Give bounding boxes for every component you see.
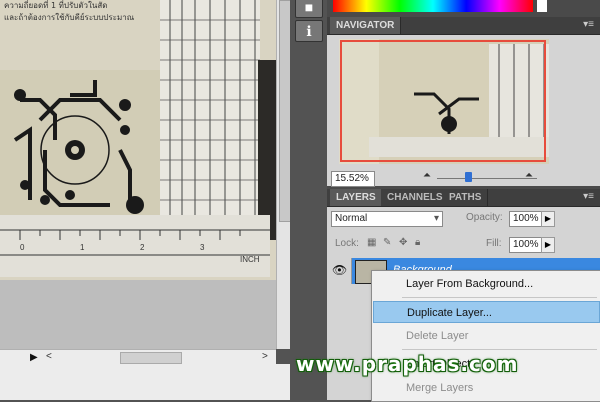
color-panel-icon[interactable]: ■ (295, 0, 323, 18)
lock-brush-icon[interactable]: ✎ (383, 237, 391, 248)
thai-text-line1: ความถี่ยอดที่ 1 ที่ปรับตัวในสัด (4, 0, 107, 10)
svg-text:3: 3 (200, 243, 205, 252)
panel-menu-icon[interactable]: ▾≡ (583, 19, 594, 30)
lock-all-icon[interactable]: 🔒︎ (415, 237, 420, 248)
opacity-field[interactable]: 100% (509, 211, 543, 227)
zoom-field[interactable]: 15.52% (331, 171, 375, 187)
panel-dock-column: ■ ℹ (290, 0, 327, 400)
navigator-tab-bar: NAVIGATOR ▾≡ (327, 17, 600, 35)
opacity-arrow-icon[interactable]: ▶ (541, 211, 555, 227)
lock-transparent-icon[interactable]: ▦ (367, 237, 376, 248)
navigator-body (327, 35, 600, 170)
tab-layers[interactable]: LAYERS (330, 189, 383, 206)
layers-panel-menu-icon[interactable]: ▾≡ (583, 191, 594, 202)
scanned-document-graphic: ความถี่ยอดที่ 1 ที่ปรับตัวในสัด และถ้าต้… (0, 0, 276, 280)
lock-label: Lock: (335, 238, 359, 249)
vertical-scrollbar[interactable] (276, 0, 291, 349)
menu-item-duplicate-layer[interactable]: Duplicate Layer... (373, 301, 600, 323)
eye-icon[interactable]: 👁︎ (332, 263, 347, 277)
layer-visibility-cell[interactable]: 👁︎ (327, 258, 352, 284)
tab-channels[interactable]: CHANNELS (381, 189, 450, 206)
svg-text:0: 0 (20, 243, 25, 252)
canvas-pasteboard (0, 280, 276, 349)
zoom-slider-track[interactable] (437, 178, 537, 179)
scroll-right-arrow-icon[interactable]: ▶ (30, 352, 38, 363)
zoom-out-icon[interactable]: ⏶ (423, 170, 431, 181)
menu-item-layer-from-background[interactable]: Layer From Background... (373, 273, 600, 295)
menu-separator (402, 349, 597, 350)
navigator-thumbnail (339, 39, 549, 164)
layers-tab-bar: LAYERS CHANNELS PATHS ▾≡ (327, 189, 600, 207)
scroll-right-icon[interactable]: > (262, 351, 268, 362)
fill-field[interactable]: 100% (509, 237, 543, 253)
fill-label: Fill: (486, 238, 502, 249)
horizontal-scroll-thumb[interactable] (120, 352, 182, 364)
chevron-down-icon: ▾ (433, 213, 439, 224)
ruler-inch-label: INCH (240, 255, 260, 264)
menu-item-delete-layer[interactable]: Delete Layer (373, 325, 600, 347)
svg-text:1: 1 (80, 243, 85, 252)
lock-move-icon[interactable]: ✥ (399, 237, 407, 248)
tab-paths[interactable]: PATHS (443, 189, 489, 206)
scroll-left-arrow-icon[interactable]: < (46, 351, 52, 362)
document-canvas[interactable]: ความถี่ยอดที่ 1 ที่ปรับตัวในสัด และถ้าต้… (0, 0, 276, 349)
layer-context-menu: Layer From Background... Duplicate Layer… (371, 270, 600, 402)
navigator-zoom-row: 15.52% ⏶ ⏶ (327, 170, 600, 187)
blend-mode-select[interactable]: Normal ▾ (331, 211, 443, 227)
thai-text-line2: และถ้าต้องการใช้กับคีย์ระบบประมาณ (4, 12, 135, 22)
zoom-slider-thumb[interactable] (465, 172, 472, 182)
tab-navigator[interactable]: NAVIGATOR (330, 17, 402, 34)
fill-arrow-icon[interactable]: ▶ (541, 237, 555, 253)
opacity-label: Opacity: (466, 212, 503, 223)
zoom-in-icon[interactable]: ⏶ (525, 170, 533, 181)
white-swatch[interactable] (537, 0, 547, 12)
svg-text:2: 2 (140, 243, 145, 252)
menu-item-merge-layers[interactable]: Merge Layers (373, 377, 600, 399)
menu-separator (402, 297, 597, 298)
site-watermark: www.praphas.com (296, 352, 519, 376)
horizontal-scrollbar[interactable]: ▶ < > (0, 349, 276, 365)
info-panel-icon[interactable]: ℹ (295, 20, 323, 42)
navigator-preview[interactable] (339, 39, 549, 164)
color-spectrum-bar[interactable] (333, 0, 533, 12)
document-image: ความถี่ยอดที่ 1 ที่ปรับตัวในสัด และถ้าต้… (0, 0, 276, 280)
